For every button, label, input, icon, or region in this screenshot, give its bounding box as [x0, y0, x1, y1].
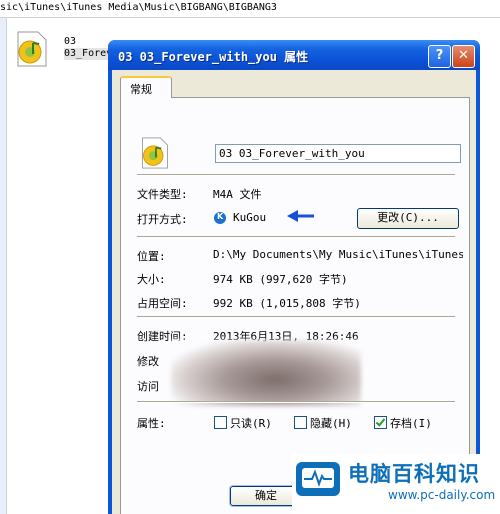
size-value: 974 KB (997,620 字节) [213, 273, 348, 286]
disk-size-label: 占用空间: [137, 297, 188, 310]
divider [137, 174, 455, 176]
kugou-icon [214, 212, 226, 224]
blue-arrow-icon [287, 210, 314, 222]
open-with-value: KuGou [233, 211, 267, 224]
readonly-label[interactable]: 只读(R) [230, 415, 272, 431]
pulse-icon [304, 469, 332, 487]
address-path: sic\iTunes\iTunes Media\Music\BIGBANG\BI… [0, 2, 277, 13]
music-file-icon[interactable] [14, 30, 50, 68]
divider [137, 316, 455, 318]
readonly-checkbox[interactable] [214, 416, 227, 429]
music-file-icon [142, 137, 168, 169]
attributes-label: 属性: [137, 417, 166, 430]
explorer-file-area [0, 18, 112, 514]
general-panel: 03 03_Forever_with_you 文件类型: M4A 文件 打开方式… [120, 97, 470, 514]
tab-general[interactable]: 常规 [120, 76, 172, 98]
dialog-title: 03 03_Forever_with_you 属性 [118, 50, 309, 64]
dialog-titlebar[interactable]: 03 03_Forever_with_you 属性 ? ✕ [108, 40, 480, 70]
watermark-title: 电脑百科知识 [348, 462, 480, 486]
dialog-body: 常规 03 03_Forever_with_you 文件类型: M4A 文件 打… [112, 70, 476, 514]
type-value: M4A 文件 [213, 188, 262, 201]
type-label: 文件类型: [137, 188, 188, 201]
blurred-region [171, 340, 361, 406]
explorer-file-name[interactable]: 03 03_Forev [64, 36, 113, 60]
close-icon[interactable]: ✕ [452, 45, 475, 68]
location-label: 位置: [137, 250, 166, 263]
watermark-url: www.pc-daily.com [388, 488, 496, 502]
archive-checkbox[interactable] [374, 416, 387, 429]
explorer-left-edge [0, 18, 7, 514]
divider [137, 236, 455, 238]
properties-dialog: 03 03_Forever_with_you 属性 ? ✕ 常规 03 03_F… [108, 40, 480, 514]
pc-daily-logo-icon [296, 462, 340, 496]
archive-label[interactable]: 存档(I) [390, 415, 432, 431]
watermark: 电脑百科知识 www.pc-daily.com [292, 454, 500, 514]
hidden-label[interactable]: 隐藏(H) [310, 415, 352, 431]
hidden-checkbox[interactable] [294, 416, 307, 429]
change-button[interactable]: 更改(C)... [357, 208, 459, 229]
modified-label: 修改 [137, 355, 159, 368]
file-name-input[interactable]: 03 03_Forever_with_you [215, 144, 461, 163]
address-bar[interactable]: sic\iTunes\iTunes Media\Music\BIGBANG\BI… [0, 0, 500, 18]
open-with-label: 打开方式: [137, 213, 188, 226]
tab-general-label: 常规 [130, 83, 152, 96]
size-label: 大小: [137, 273, 166, 286]
accessed-label: 访问 [137, 380, 159, 393]
divider [137, 401, 455, 403]
help-icon[interactable]: ? [428, 45, 451, 68]
disk-size-value: 992 KB (1,015,808 字节) [213, 297, 361, 310]
location-value: D:\My Documents\My Music\iTunes\iTunes M… [213, 248, 463, 261]
